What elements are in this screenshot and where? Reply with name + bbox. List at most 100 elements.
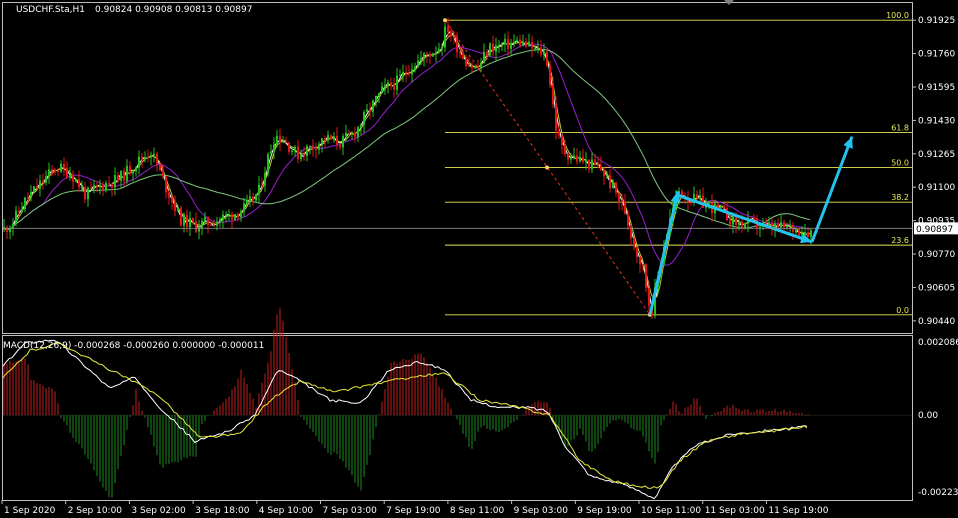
candle-body: [630, 225, 632, 239]
candle-body: [342, 136, 344, 148]
candle-body: [648, 287, 650, 307]
candle-body: [393, 85, 395, 90]
candle-body: [159, 164, 161, 171]
candle-body: [309, 145, 311, 147]
candle-body: [444, 26, 446, 48]
candle-body: [642, 264, 644, 266]
candle-body: [303, 154, 305, 156]
chart-frame: [2, 0, 913, 501]
candle-body: [147, 157, 149, 159]
candle-body: [135, 167, 137, 172]
candle-body: [153, 153, 155, 155]
candle-body: [528, 41, 530, 47]
fib-anchor-high: [443, 18, 447, 23]
time-axis: 1 Sep 2020 2 Sep 10:00 3 Sep 02:00 3 Sep 18…: [1, 500, 829, 516]
candle-body: [447, 26, 449, 32]
candle-body: [12, 223, 14, 229]
candle-body: [588, 159, 590, 170]
candle-body: [390, 82, 392, 86]
candle-body: [690, 202, 692, 204]
candle-body: [366, 109, 368, 113]
candle-body: [351, 132, 353, 134]
candle-body: [165, 176, 167, 193]
candle-body: [567, 154, 569, 160]
candle-body: [141, 156, 143, 160]
time-tick-label: 7 Sep 19:00: [386, 506, 441, 516]
candle-body: [45, 176, 47, 183]
candle-body: [627, 214, 629, 226]
candle-body: [699, 195, 701, 198]
candle-body: [612, 182, 614, 188]
candle-body: [603, 169, 605, 177]
candle-body: [750, 217, 752, 219]
candle-body: [426, 53, 428, 55]
candle-body: [615, 182, 617, 193]
candle-body: [357, 127, 359, 137]
candle-body: [618, 192, 620, 202]
candle-body: [255, 194, 257, 201]
candle-body: [195, 221, 197, 232]
candle-body: [363, 112, 365, 125]
candle-body: [33, 186, 35, 192]
candle-body: [219, 219, 221, 222]
candle-body: [129, 165, 131, 174]
macd-axis-bottom: -0.002238: [918, 488, 958, 498]
candle-body: [174, 201, 176, 211]
candle-body: [753, 217, 755, 219]
time-tick-label: 10 Sep 11:00: [641, 506, 701, 516]
candle-body: [525, 41, 527, 47]
candle-body: [516, 39, 518, 42]
candle-body: [477, 66, 479, 68]
candle-body: [300, 154, 302, 160]
candle-body: [321, 138, 323, 144]
candle-body: [720, 206, 722, 208]
candle-body: [63, 163, 65, 168]
candle-body: [117, 175, 119, 181]
candle-body: [435, 52, 437, 54]
candle-body: [279, 135, 281, 143]
candle-body: [177, 207, 179, 211]
candle-body: [759, 226, 761, 229]
candle-body: [546, 51, 548, 66]
candle-body: [267, 154, 269, 173]
candle-body: [237, 213, 239, 218]
candle-body: [78, 179, 80, 188]
candle-body: [480, 62, 482, 68]
price-tick-label: 0.91595: [918, 83, 955, 93]
candle-body: [330, 135, 332, 140]
candle-body: [327, 135, 329, 141]
macd-axis-top: 0.002086: [918, 338, 958, 348]
candle-body: [558, 130, 560, 136]
candle-body: [417, 60, 419, 68]
candle-body: [741, 222, 743, 228]
candle-body: [411, 69, 413, 75]
time-tick-label: 2 Sep 10:00: [68, 506, 123, 516]
ohlc-readout: 0.90824 0.90908 0.90813 0.90897: [95, 5, 252, 15]
candle-body: [312, 145, 314, 149]
candle-body: [531, 41, 533, 49]
candle-body: [30, 191, 32, 199]
candle-body: [495, 45, 497, 52]
candle-body: [318, 143, 320, 150]
candle-body: [738, 222, 740, 225]
candle-body: [570, 157, 572, 160]
candle-body: [405, 71, 407, 74]
candle-body: [216, 221, 218, 226]
candle-body: [246, 200, 248, 204]
time-tick-label: 3 Sep 02:00: [131, 506, 186, 516]
candle-body: [261, 184, 263, 186]
candle-body: [372, 100, 374, 112]
candle-body: [534, 47, 536, 49]
candle-body: [123, 170, 125, 181]
price-tick-label: 0.90440: [918, 317, 955, 327]
candle-body: [582, 156, 584, 163]
candle-body: [453, 36, 455, 38]
candle-body: [543, 51, 545, 55]
candle-body: [162, 170, 164, 177]
candle-body: [789, 225, 791, 227]
candle-body: [213, 225, 215, 227]
candle-body: [39, 180, 41, 189]
trading-chart[interactable]: 100.0 61.8 50.0 38.2 23.6 0.0 0.91925 0.91760 0…: [0, 0, 958, 518]
trend-arrows[interactable]: [648, 136, 854, 316]
candle-body: [765, 222, 767, 224]
